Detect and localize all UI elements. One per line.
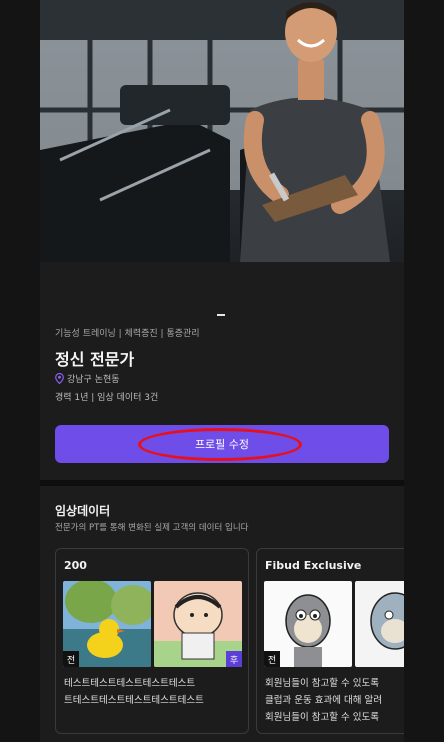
clinical-data-subtitle: 전문가의 PT를 통해 변화된 실제 고객의 데이터 입니다	[55, 523, 249, 533]
location-text: 강남구 논현동	[67, 375, 120, 385]
before-photo: 전	[63, 581, 151, 667]
clinical-card-description: 테스트테스트테스트테스트테스트 트테스트테스트테스트테스트테스트	[64, 675, 204, 709]
trainer-location: 강남구 논현동	[55, 372, 120, 385]
clinical-card-description: 회원님들이 참고할 수 있도록 클럽과 운동 효과에 대해 알려 회원님들이 참…	[265, 675, 382, 726]
clinical-card-title: 200	[64, 559, 87, 572]
section-divider	[40, 480, 404, 486]
trainer-hero-photo	[40, 0, 404, 262]
after-photo	[355, 581, 404, 667]
before-badge: 전	[63, 651, 79, 667]
page: 기능성 트레이닝 | 체력증진 | 통증관리 정신 전문가 강남구 논현동 경력…	[0, 0, 444, 742]
clinical-card[interactable]: 200 전 후 테스트테스트테스트테스트테스트 트테스트테스트테스트테스트테스트	[55, 548, 249, 734]
before-photo: 전	[264, 581, 352, 667]
description-line: 회원님들이 참고할 수 있도록	[265, 678, 379, 689]
after-photo: 후	[154, 581, 242, 667]
after-badge: 후	[226, 651, 242, 667]
carousel-indicator	[217, 314, 225, 316]
description-line: 테스트테스트테스트테스트테스트	[64, 678, 196, 689]
trainer-career-summary: 경력 1년 | 임상 데이터 3건	[55, 393, 159, 403]
clinical-card[interactable]: Fibud Exclusive 전 회원님들이 참고할 수 있도록 클럽과 운동…	[256, 548, 404, 734]
location-pin-icon	[55, 373, 64, 384]
profile-screen: 기능성 트레이닝 | 체력증진 | 통증관리 정신 전문가 강남구 논현동 경력…	[40, 0, 404, 742]
trainer-name: 정신 전문가	[55, 350, 135, 369]
trainer-specialties: 기능성 트레이닝 | 체력증진 | 통증관리	[55, 329, 200, 339]
description-line: 트테스트테스트테스트테스트테스트	[64, 695, 204, 706]
description-line: 클럽과 운동 효과에 대해 알려	[265, 695, 382, 706]
before-badge: 전	[264, 651, 280, 667]
edit-profile-label: 프로필 수정	[194, 438, 250, 451]
clinical-card-title: Fibud Exclusive	[265, 559, 362, 572]
edit-profile-button[interactable]: 프로필 수정	[55, 425, 389, 463]
clinical-data-title: 임상데이터	[55, 504, 111, 518]
description-line: 회원님들이 참고할 수 있도록	[265, 712, 379, 723]
